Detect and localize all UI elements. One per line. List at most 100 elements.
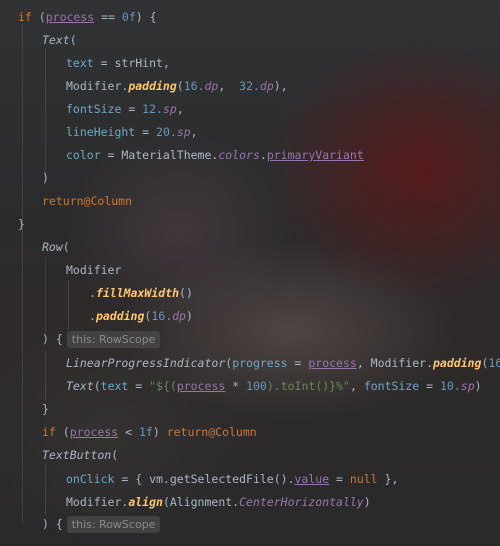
code-line[interactable]: .fillMaxWidth() (89, 282, 193, 305)
code-text: ), (273, 79, 288, 93)
code-text: ) { (42, 332, 63, 346)
number-literal: 16. (183, 79, 205, 93)
code-text: = (121, 102, 143, 116)
code-text: } (42, 402, 49, 416)
code-line[interactable]: fontSize = 12.sp, (66, 98, 184, 121)
function-call: fillMaxWidth (95, 286, 180, 300)
named-argument: text (66, 56, 94, 70)
code-text: ) (152, 425, 167, 439)
function-call: LinearProgressIndicator (66, 356, 226, 370)
indent-guide (45, 350, 46, 400)
code-text: . (89, 286, 96, 300)
code-line[interactable]: onClick = { vm.getSelectedFile().value =… (66, 468, 398, 491)
identifier: process (69, 425, 119, 439)
code-text: ( (176, 79, 184, 93)
code-line[interactable]: TextButton( (42, 444, 118, 467)
code-text: ( (62, 240, 70, 254)
code-line[interactable]: ) {this: RowScope (42, 513, 161, 536)
code-text: = (419, 379, 440, 393)
code-text: ) (42, 171, 49, 185)
string-literal: "${( (149, 379, 177, 393)
function-call: Row (42, 240, 63, 254)
code-text: ) (185, 309, 193, 323)
unit: dp (204, 79, 219, 93)
function-call: Text (42, 33, 70, 47)
string-literal: ).toInt()}%" (266, 379, 350, 393)
number-literal: 0f (121, 10, 136, 24)
named-argument: lineHeight (66, 125, 136, 139)
named-argument: fontSize (363, 379, 420, 393)
code-text: . (89, 309, 96, 323)
code-line[interactable]: LinearProgressIndicator(progress = proce… (66, 352, 500, 375)
unit: dp (172, 309, 186, 323)
keyword: return@Column (166, 425, 257, 439)
property: primaryVariant (266, 148, 364, 162)
identifier: process (308, 356, 357, 370)
code-editor[interactable]: if (process == 0f) { Text( text = strHin… (0, 0, 500, 546)
indent-guide (68, 280, 69, 330)
code-text: , Modifier. (356, 356, 433, 370)
property: value (294, 472, 330, 486)
code-text: ) { (135, 10, 157, 24)
code-text: }, (377, 472, 399, 486)
scope-inlay-hint: this: RowScope (66, 331, 161, 348)
code-line[interactable]: Modifier.padding(16.dp, 32.dp), (66, 75, 288, 98)
indent-guide (22, 24, 23, 524)
code-text: , (218, 79, 240, 93)
keyword: if (42, 425, 56, 439)
code-line[interactable]: } (42, 398, 49, 421)
function-call: padding (128, 79, 177, 93)
indent-guide (45, 258, 46, 333)
identifier: process (176, 379, 226, 393)
code-line[interactable]: color = MaterialTheme.colors.primaryVari… (66, 144, 364, 167)
function-call: Text (66, 379, 94, 393)
code-text: , (349, 379, 364, 393)
number-literal: 32. (239, 79, 260, 93)
code-text: ) (363, 495, 371, 509)
code-text: = MaterialTheme. (100, 148, 219, 162)
number-literal: 1f (138, 425, 153, 439)
code-text: , (190, 125, 198, 139)
code-line[interactable]: Modifier (66, 259, 121, 282)
code-text: = (128, 379, 150, 393)
code-text: * (225, 379, 247, 393)
code-text: = { vm.getSelectedFile(). (114, 472, 295, 486)
code-text: = (329, 472, 350, 486)
named-argument: onClick (66, 472, 115, 486)
code-text: == (94, 10, 122, 24)
code-text: , (176, 102, 184, 116)
code-line[interactable]: } (18, 213, 25, 236)
unit: dp (259, 79, 274, 93)
code-line[interactable]: if (process == 0f) { (18, 6, 157, 29)
code-line[interactable]: .padding(16.dp) (89, 305, 193, 328)
named-argument: text (100, 379, 129, 393)
code-line[interactable]: Text( (42, 29, 77, 52)
code-text: ( (111, 448, 119, 462)
code-text: ) { (42, 517, 63, 531)
function-call: padding (95, 309, 145, 323)
code-text: = (135, 125, 157, 139)
code-line[interactable]: if (process < 1f) return@Column (42, 421, 257, 444)
unit: sp (162, 102, 177, 116)
keyword: null (349, 472, 378, 486)
property: CenterHorizontally (239, 495, 364, 509)
code-line[interactable]: ) (42, 167, 49, 190)
named-argument: progress (232, 356, 288, 370)
code-line[interactable]: Modifier.align(Alignment.CenterHorizonta… (66, 491, 371, 514)
code-line[interactable]: Row( (42, 236, 70, 259)
named-argument: color (66, 148, 101, 162)
indent-guide (45, 48, 46, 178)
scope-inlay-hint: this: RowScope (66, 516, 161, 533)
number-literal: 10. (439, 379, 461, 393)
number-literal: 100 (246, 379, 267, 393)
code-line[interactable]: ) {this: RowScope (42, 328, 161, 351)
code-text: Modifier (66, 263, 122, 277)
code-line[interactable]: return@Column (42, 190, 132, 213)
number-literal: 12. (142, 102, 163, 116)
number-literal: 20. (156, 125, 177, 139)
code-line[interactable]: lineHeight = 20.sp, (66, 121, 198, 144)
code-line[interactable]: Text(text = "${(process * 100).toInt()}%… (66, 375, 482, 398)
code-line[interactable]: text = strHint, (66, 52, 170, 75)
function-call: align (128, 495, 163, 509)
unit: sp (176, 125, 191, 139)
